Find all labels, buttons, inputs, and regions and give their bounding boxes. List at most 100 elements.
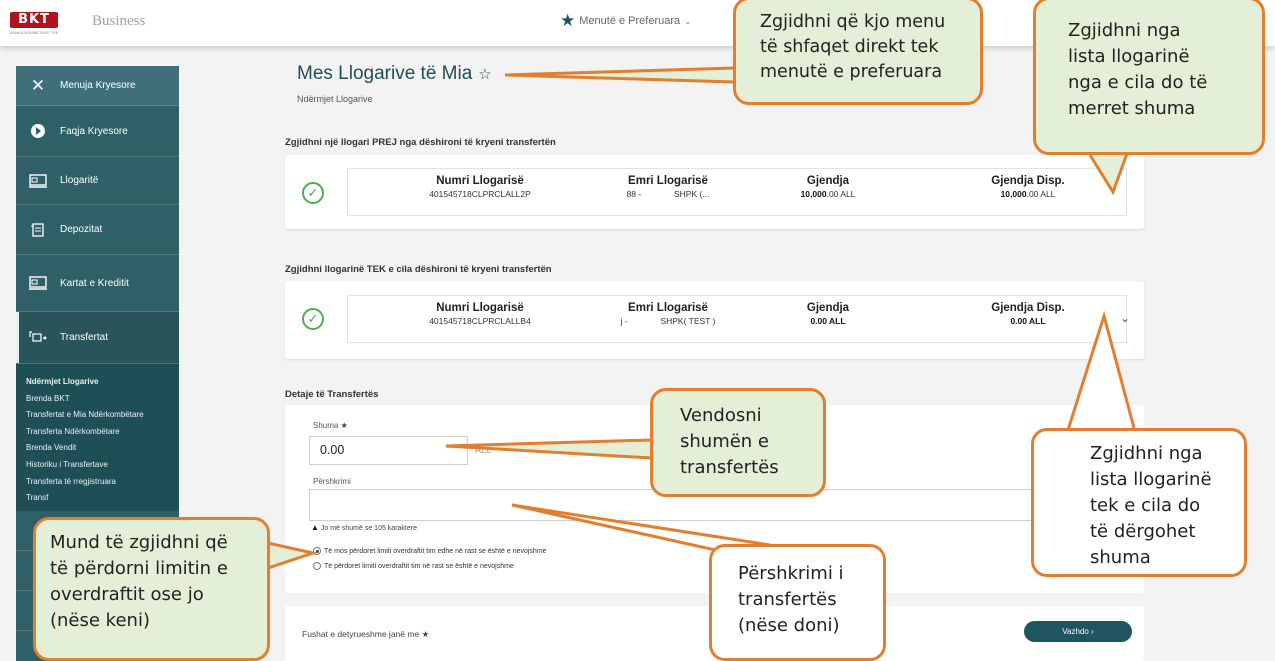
page-title-text: Mes Llogarive të Mia — [297, 63, 473, 84]
sidebar-item-label: Depozitat — [60, 224, 103, 235]
submenu-item[interactable]: Transferta Ndërkombëtare — [26, 424, 179, 441]
favorite-menu-label: Menutë e Preferuara — [579, 15, 681, 27]
sidebar-item-main-menu[interactable]: ✕ Menuja Kryesore — [16, 66, 179, 106]
details-title: Detaje të Transfertës — [285, 389, 379, 400]
submenu-item[interactable]: Transf — [26, 490, 179, 507]
callout-overdraft: Mund të zgjidhni që të përdorni limitin … — [33, 517, 270, 661]
from-account-card[interactable]: ✓ Numri Llogarisë 401545718CLPRCLALL2P E… — [285, 155, 1144, 229]
balance-column: Gjendja 0.00 ALL — [773, 302, 883, 326]
callout-line: transfertës — [680, 457, 779, 478]
callout-line: të shfaqet direkt tek — [760, 37, 939, 57]
radio-selected[interactable] — [313, 547, 321, 555]
callout-line: Zgjidhni që kjo menu — [760, 12, 946, 32]
sidebar-item-label: Transfertat — [60, 332, 108, 343]
submenu-item[interactable]: Brenda BKT — [26, 391, 179, 408]
sidebar-item-label: Kartat e Kreditit — [60, 277, 129, 289]
column-header: Gjendja Disp. — [991, 175, 1065, 187]
account-name-suffix: SHPK (... — [673, 189, 710, 199]
column-header: Numri Llogarisë — [436, 302, 524, 314]
available-balance-value: 10,000.00 ALL — [963, 189, 1093, 199]
balance-text: 0.00 ALL — [810, 316, 846, 326]
submenu-item[interactable]: Ndërmjet Llogarive — [26, 374, 179, 391]
radio-label: Të mos përdoret limiti overdraftit tim e… — [324, 547, 547, 555]
available-text: 0.00 ALL — [1010, 316, 1046, 326]
to-account-label: Zgjidhni llogarinë TEK e cila dëshironi … — [285, 264, 552, 275]
favorite-star-icon[interactable]: ☆ — [478, 65, 491, 83]
page-subtitle: Ndërmjet Llogarive — [297, 94, 373, 104]
account-name-prefix: 88 - — [626, 189, 642, 199]
callout-favorite: Zgjidhni që kjo menu të shfaqet direkt t… — [733, 0, 983, 105]
submenu-item[interactable]: Transferta të rregjistruara — [26, 474, 179, 491]
account-name-prefix: j - — [620, 316, 628, 326]
callout-line: merret shuma — [1068, 98, 1196, 119]
account-number: 401545718CLPRCLALL2P — [429, 189, 531, 199]
card-icon — [28, 275, 48, 291]
account-name: j - SHPK( TEST ) — [578, 316, 758, 326]
required-star-icon: ★ — [421, 629, 430, 639]
callout-line: shuma — [1090, 547, 1151, 568]
account-name: 88 - SHPK (... — [578, 189, 758, 199]
balance-value: 10,000.00 ALL — [773, 189, 883, 199]
favorite-menu-dropdown[interactable]: ★ Menutë e Preferuara ⌄ — [560, 12, 692, 29]
account-number-column: Numri Llogarisë 401545718CLPRCLALLB4 — [400, 302, 560, 326]
radio-unselected[interactable] — [313, 562, 321, 570]
chevron-down-icon[interactable]: ⌄ — [1120, 311, 1130, 325]
overdraft-option-no[interactable]: Të mos përdoret limiti overdraftit tim e… — [313, 547, 547, 555]
account-number: 401545718CLPRCLALLB4 — [429, 316, 531, 326]
callout-amount: Vendosni shumën e transfertës — [650, 388, 826, 497]
callout-line: overdraftit ose jo — [50, 584, 204, 605]
column-header: Emri Llogarisë — [628, 175, 708, 187]
warning-text: Jo më shumë se 105 karaktere — [320, 525, 417, 532]
amount-input[interactable]: 0.00 — [309, 436, 468, 465]
account-name-column: Emri Llogarisë 88 - SHPK (... — [578, 175, 758, 199]
account-name-column: Emri Llogarisë j - SHPK( TEST ) — [578, 302, 758, 326]
callout-line: Përshkrimi i — [738, 563, 844, 584]
account-number-column: Numri Llogarisë 401545718CLPRCLALL2P — [400, 175, 560, 199]
sidebar-item-transfers[interactable]: Transfertat — [16, 312, 179, 364]
available-balance-value: 0.00 ALL — [963, 316, 1093, 326]
column-header: Gjendja — [806, 175, 850, 187]
callout-line: (nëse doni) — [738, 615, 840, 636]
to-account-selector[interactable]: Numri Llogarisë 401545718CLPRCLALLB4 Emr… — [347, 295, 1127, 343]
sidebar-item-home[interactable]: Faqja Kryesore — [16, 106, 179, 157]
bkt-logo[interactable]: BKT BANKA KOMBETARE TREGTARE — [10, 12, 58, 36]
continue-button[interactable]: Vazhdo › — [1024, 621, 1132, 642]
logo-tagline: BANKA KOMBETARE TREGTARE — [10, 30, 58, 35]
home-icon — [28, 123, 48, 139]
from-account-selector[interactable]: Numri Llogarisë 401545718CLPRCLALL2P Emr… — [347, 168, 1127, 216]
callout-line: (nëse keni) — [50, 610, 150, 631]
accounts-icon — [28, 173, 48, 189]
check-circle-icon: ✓ — [302, 182, 324, 204]
sidebar-item-credit-cards[interactable]: Kartat e Kreditit — [16, 255, 179, 312]
sidebar-item-label: Faqja Kryesore — [60, 125, 128, 137]
submenu-item[interactable]: Transfertat e Mia Ndërkombëtare — [26, 407, 179, 424]
column-header: Gjendja — [806, 302, 850, 314]
callout-line: të përdorni limitin e — [50, 558, 228, 579]
check-circle-icon: ✓ — [302, 308, 324, 330]
close-icon: ✕ — [30, 75, 46, 95]
overdraft-option-yes[interactable]: Të përdoret limiti overdraftit tim në ra… — [313, 562, 514, 570]
callout-to-account: Zgjidhni nga lista llogarinë tek e cila … — [1031, 428, 1247, 577]
balance-integer: 10,000 — [800, 189, 827, 199]
required-note-text: Fushat e detyrueshme janë me — [302, 629, 420, 639]
page-title: Mes Llogarive të Mia ☆ — [297, 63, 492, 85]
callout-line: Mund të zgjidhni që — [50, 532, 228, 553]
currency-label: ALL — [475, 445, 492, 455]
radio-label: Të përdoret limiti overdraftit tim në ra… — [324, 562, 514, 570]
callout-line: menutë e preferuara — [760, 62, 943, 82]
callout-line: nga e cila do të — [1068, 72, 1208, 93]
sidebar-item-accounts[interactable]: Llogaritë — [16, 157, 179, 205]
callout-line: lista llogarinë — [1068, 46, 1190, 67]
warning-icon: ▲ — [311, 523, 319, 532]
submenu-item[interactable]: Historiku i Transfertave — [26, 457, 179, 474]
callout-from-account: Zgjidhni nga lista llogarinë nga e cila … — [1033, 0, 1265, 155]
submenu-item[interactable]: Brenda Vendit — [26, 440, 179, 457]
required-star-icon: ★ — [340, 421, 348, 430]
sidebar-item-deposits[interactable]: Depozitat — [16, 205, 179, 255]
sidebar-item-label: Llogaritë — [60, 175, 99, 186]
column-header: Emri Llogarisë — [628, 302, 708, 314]
from-account-label: Zgjidhni një llogari PREJ nga dëshironi … — [285, 137, 556, 148]
available-balance-column: Gjendja Disp. 10,000.00 ALL — [963, 175, 1093, 199]
logo-mark: BKT — [10, 12, 58, 28]
to-account-card[interactable]: ✓ Numri Llogarisë 401545718CLPRCLALLB4 E… — [285, 281, 1144, 359]
